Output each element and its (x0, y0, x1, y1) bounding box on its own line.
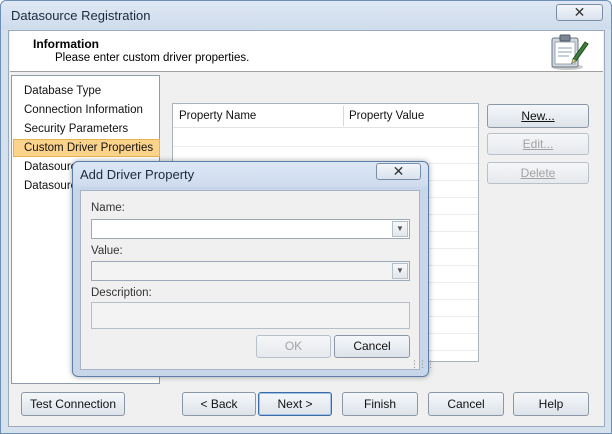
grid-row-line (173, 146, 478, 147)
dialog-close-button[interactable]: ✕ (376, 163, 421, 180)
step-security-parameters[interactable]: Security Parameters (24, 123, 128, 135)
delete-property-label: Delete (520, 166, 556, 180)
info-description: Please enter custom driver properties. (55, 52, 250, 64)
step-connection-information[interactable]: Connection Information (24, 104, 143, 116)
resize-grip-icon[interactable]: ⋮⋮⋮ (410, 359, 435, 370)
finish-button[interactable]: Finish (342, 392, 418, 416)
column-header-property-name[interactable]: Property Name (179, 110, 256, 122)
chevron-down-icon[interactable]: ▼ (392, 263, 408, 279)
grid-column-separator[interactable] (343, 106, 344, 126)
cancel-button[interactable]: Cancel (428, 392, 504, 416)
test-connection-button[interactable]: Test Connection (21, 392, 125, 416)
step-database-type[interactable]: Database Type (24, 85, 101, 97)
description-label: Description: (91, 287, 152, 299)
description-field[interactable] (91, 302, 410, 329)
value-label: Value: (91, 245, 123, 257)
edit-property-label: Edit... (522, 137, 554, 151)
name-label: Name: (91, 202, 125, 214)
delete-property-button[interactable]: Delete (487, 162, 589, 184)
dialog-cancel-button[interactable]: Cancel (334, 335, 410, 358)
clipboard-pen-icon (545, 33, 589, 71)
dialog-title: Add Driver Property (80, 167, 195, 182)
window-title: Datasource Registration (11, 8, 151, 23)
value-combobox[interactable]: ▼ (91, 261, 410, 281)
new-property-label: New... (521, 109, 555, 123)
edit-property-button[interactable]: Edit... (487, 133, 589, 155)
next-button[interactable]: Next > (258, 392, 332, 416)
step-custom-driver-properties[interactable]: Custom Driver Properties (24, 142, 153, 154)
chevron-down-icon[interactable]: ▼ (392, 221, 408, 237)
column-header-property-value[interactable]: Property Value (349, 110, 424, 122)
window-close-button[interactable]: ✕ (556, 4, 603, 21)
dialog-ok-button[interactable]: OK (256, 335, 331, 358)
help-button[interactable]: Help (513, 392, 589, 416)
back-button[interactable]: < Back (182, 392, 256, 416)
info-title: Information (33, 37, 99, 51)
name-combobox[interactable]: ▼ (91, 219, 410, 239)
new-property-button[interactable]: New... (487, 104, 589, 128)
